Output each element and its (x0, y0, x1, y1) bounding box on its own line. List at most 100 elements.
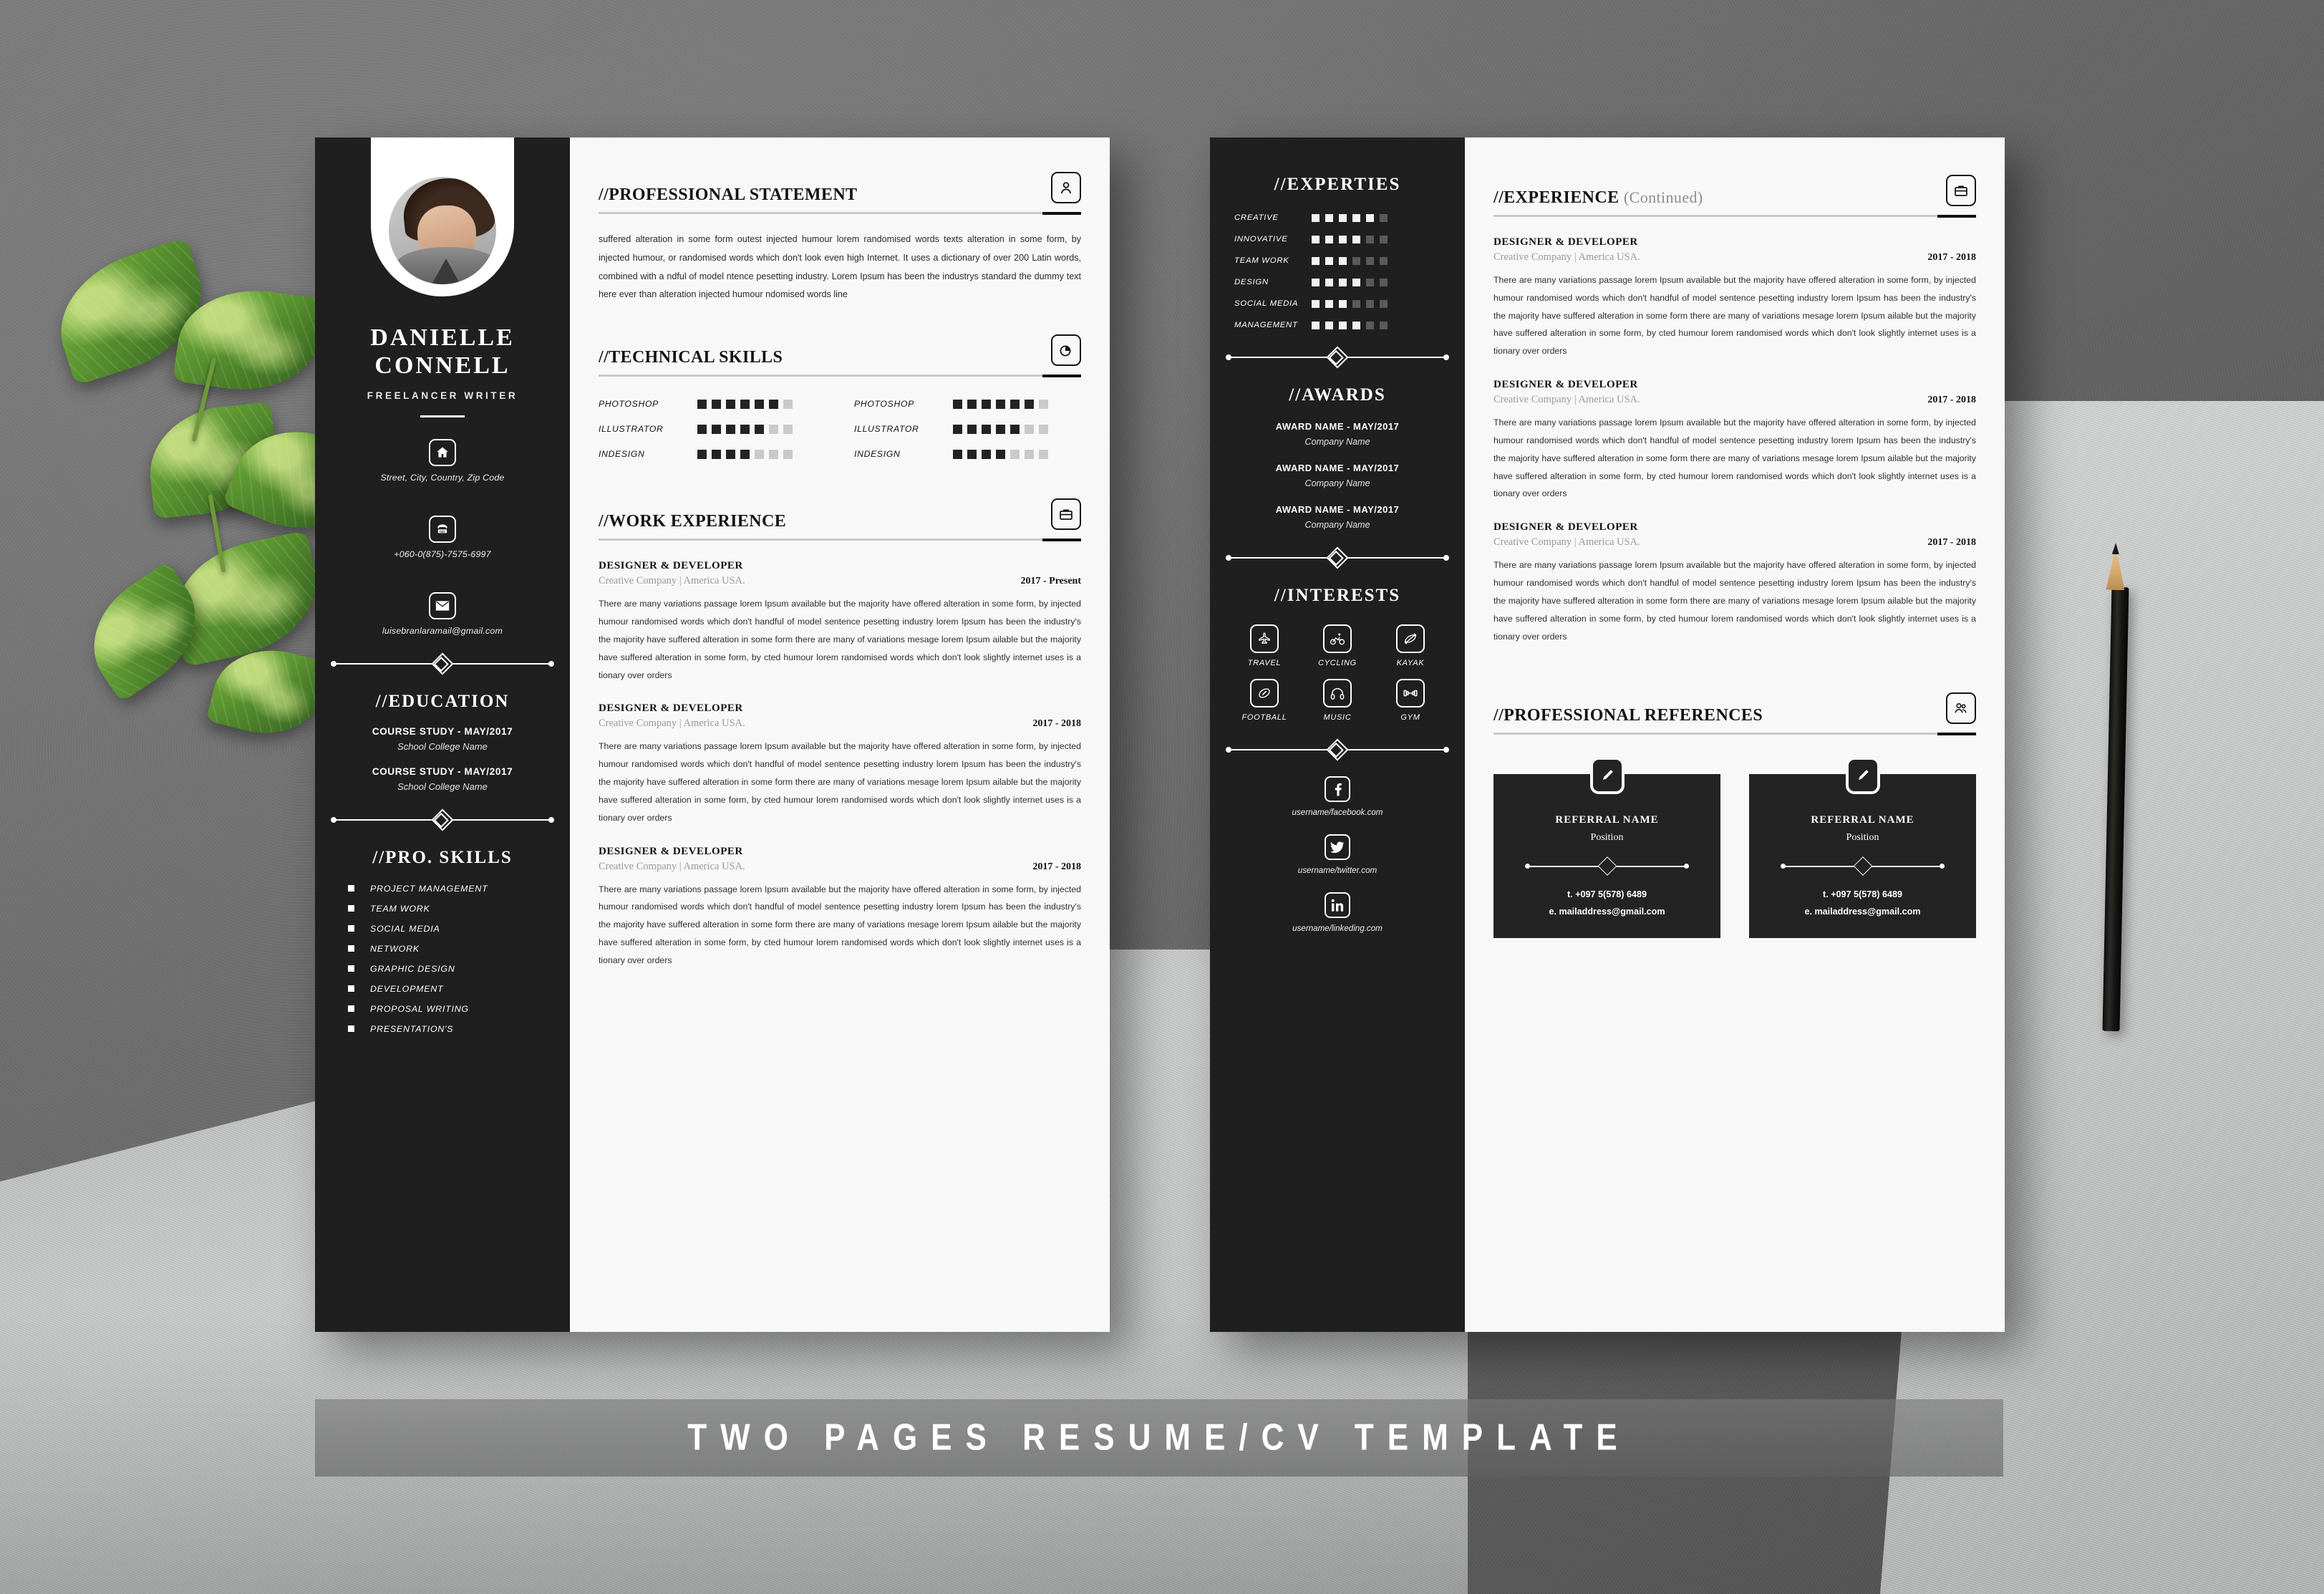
job-date: 2017 - 2018 (1927, 537, 1976, 549)
job-entry: DESIGNER & DEVELOPER Creative Company | … (599, 560, 1081, 684)
rating-square (1339, 235, 1347, 243)
rating-square (1010, 449, 1020, 459)
experties-row: CREATIVE (1210, 213, 1465, 222)
education-item: COURSE STUDY - MAY/2017 School College N… (315, 726, 570, 752)
rating-square (1366, 213, 1374, 222)
experience-continued-heading: //EXPERIENCE (Continued) (1493, 189, 1703, 206)
job-entry: DESIGNER & DEVELOPER Creative Company | … (1493, 236, 1976, 360)
award-company: Company Name (1304, 520, 1370, 530)
rating-square (1010, 424, 1020, 434)
bullet-square (348, 1025, 354, 1033)
social-item-facebook[interactable]: username/facebook.com (1210, 776, 1465, 817)
rating-square (755, 424, 764, 434)
rating-square (769, 399, 778, 409)
people-card-icon (1946, 692, 1976, 725)
name-underline (420, 415, 465, 417)
award-title: AWARD NAME - MAY/2017 (1275, 463, 1400, 473)
rating-square (1352, 278, 1360, 286)
list-item: PRESENTATION'S (348, 1024, 570, 1034)
references-section: //PROFESSIONAL REFERENCES (1465, 645, 2005, 736)
rating-square (953, 449, 962, 459)
technical-skills-column-left: PHOTOSHOP ILLUSTRATOR INDESIGN (599, 399, 825, 474)
bullet-square (348, 925, 354, 932)
social-label: username/twitter.com (1297, 866, 1378, 875)
skill-rating (953, 399, 1048, 409)
experience-continued-section: //EXPERIENCE (Continued) DESIGNER & DEVE… (1465, 137, 2005, 645)
rating-square (1325, 256, 1333, 265)
contact-item-email[interactable]: luisebranlaramail@gmail.com (315, 591, 570, 636)
interest-cycling[interactable]: CYCLING (1303, 624, 1372, 667)
rating-square (755, 399, 764, 409)
social-label: username/linkeding.com (1292, 924, 1383, 933)
job-entry: DESIGNER & DEVELOPER Creative Company | … (1493, 521, 1976, 645)
skill-row: PHOTOSHOP (599, 399, 825, 409)
divider-ornament (1226, 546, 1449, 569)
rating-square (1352, 321, 1360, 329)
reference-card: REFERRAL NAME Position t. +097 5(578) 64… (1493, 757, 1720, 939)
banner-text: TWO PAGES RESUME/CV TEMPLATE (687, 1416, 1631, 1459)
rating-square (967, 424, 977, 434)
resume-page-two: //EXPERTIES CREATIVE INNOVATIVE TEAM WOR… (1210, 137, 2005, 1332)
rating-square (726, 424, 735, 434)
briefcase-icon (1051, 498, 1081, 531)
social-list: username/facebook.com username/twitter.c… (1210, 776, 1465, 933)
rating-square (982, 424, 991, 434)
social-item-linkedin[interactable]: username/linkeding.com (1210, 892, 1465, 933)
job-title: DESIGNER & DEVELOPER (599, 560, 743, 572)
rating-square (1366, 235, 1374, 243)
skill-row: ILLUSTRATOR (599, 424, 825, 434)
contact-item-address[interactable]: Street, City, Country, Zip Code (315, 438, 570, 483)
interest-kayak[interactable]: KAYAK (1376, 624, 1445, 667)
references-cards: REFERRAL NAME Position t. +097 5(578) 64… (1465, 757, 2005, 939)
home-icon (429, 438, 456, 466)
rating-square (1380, 321, 1388, 329)
job-company: Creative Company | America USA. (599, 860, 745, 872)
rating-square (726, 449, 735, 459)
bullet-square (348, 965, 354, 972)
reference-name: REFERRAL NAME (1811, 814, 1914, 826)
contact-item-phone[interactable]: +060-0(875)-7575-6997 (315, 515, 570, 559)
education-school: School College Name (397, 740, 488, 752)
rating-square (712, 424, 721, 434)
rating-square (967, 399, 977, 409)
education-title: COURSE STUDY - MAY/2017 (372, 765, 513, 777)
pro-skill-label: PROPOSAL WRITING (370, 1003, 469, 1014)
rating-square (1039, 424, 1048, 434)
pen-icon (1845, 757, 1880, 795)
social-item-twitter[interactable]: username/twitter.com (1210, 834, 1465, 875)
headphones-icon (1323, 679, 1352, 707)
bottom-banner: TWO PAGES RESUME/CV TEMPLATE (315, 1399, 2003, 1477)
skill-label: ILLUSTRATOR (854, 424, 919, 435)
award-title: AWARD NAME - MAY/2017 (1275, 504, 1400, 515)
briefcase-icon (1946, 175, 1976, 206)
interest-music[interactable]: MUSIC (1303, 679, 1372, 722)
job-company: Creative Company | America USA. (599, 575, 745, 587)
profile-role: FREELANCER WRITER (367, 390, 518, 401)
pro-skill-label: NETWORK (370, 943, 420, 954)
interest-football[interactable]: FOOTBALL (1230, 679, 1299, 722)
interest-travel[interactable]: TRAVEL (1230, 624, 1299, 667)
cyclist-icon (1323, 624, 1352, 653)
rating-square (1380, 213, 1388, 222)
list-item: DEVELOPMENT (348, 984, 570, 994)
rating-square (1325, 235, 1333, 243)
award-company: Company Name (1304, 478, 1370, 488)
job-description: There are many variations passage lorem … (1493, 560, 1976, 642)
technical-skills-section: //TECHNICAL SKILLS PHOTOSHOP ILLUSTRATOR… (570, 304, 1110, 474)
contact-phone-text: +060-0(875)-7575-6997 (394, 549, 491, 559)
experience-heading-suffix: (Continued) (1623, 188, 1703, 206)
rating-square (1312, 256, 1320, 265)
divider-ornament (1525, 856, 1689, 876)
page-two-main: //EXPERIENCE (Continued) DESIGNER & DEVE… (1465, 137, 2005, 1332)
skill-rating (697, 449, 793, 459)
rating-square (1352, 299, 1360, 308)
rating-square (1039, 399, 1048, 409)
rating-square (1039, 449, 1048, 459)
list-item: PROJECT MANAGEMENT (348, 884, 570, 894)
experties-label: SOCIAL MEDIA (1234, 299, 1299, 308)
reference-mail: e. mailaddress@gmail.com (1804, 907, 1921, 917)
interest-gym[interactable]: GYM (1376, 679, 1445, 722)
pie-chart-icon (1051, 334, 1081, 367)
rating-square (996, 399, 1005, 409)
reference-position: Position (1846, 832, 1879, 844)
